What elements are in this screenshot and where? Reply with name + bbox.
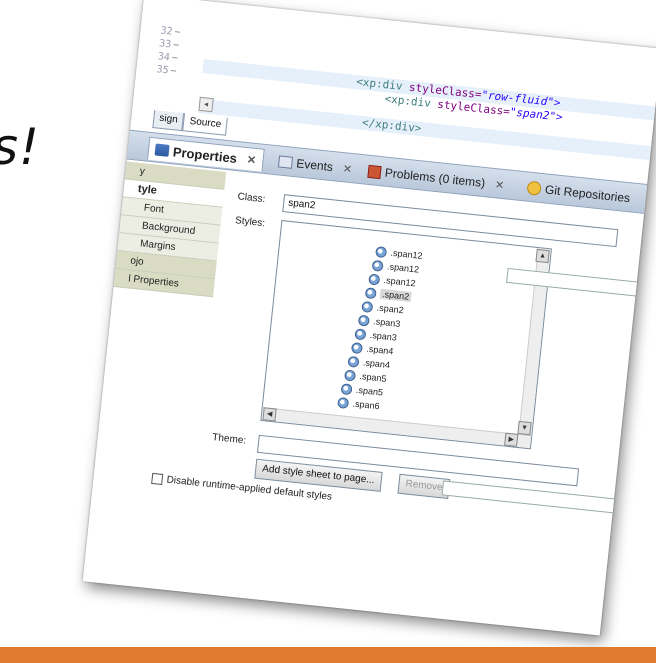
- list-item-label: .span12: [390, 247, 424, 261]
- tab-events[interactable]: Events ✕: [271, 150, 359, 181]
- list-item-label: .span5: [355, 384, 384, 398]
- theme-extra-field[interactable]: [441, 480, 620, 514]
- slide-text: s!: [0, 118, 41, 176]
- arrow-left-icon[interactable]: ◂: [198, 96, 214, 113]
- arrow-left-icon[interactable]: ◀: [262, 407, 277, 422]
- list-item-label: .span12: [386, 261, 420, 275]
- chevron-left-icon: ‹: [622, 499, 628, 511]
- css-class-icon: [354, 327, 367, 340]
- css-class-icon: [337, 396, 350, 409]
- properties-nav: y tyle Font Background Margins ojo l Pro…: [112, 161, 227, 312]
- css-class-icon: [340, 382, 353, 395]
- css-class-icon: [350, 341, 364, 354]
- tab-label: Problems (0 items): [384, 165, 486, 191]
- checkbox-box[interactable]: [151, 472, 164, 485]
- arrow-down-icon[interactable]: ▼: [517, 420, 532, 436]
- css-class-icon: [371, 259, 384, 272]
- styles-label: Styles:: [234, 215, 266, 230]
- git-icon: [526, 180, 542, 196]
- events-icon: [277, 155, 294, 169]
- close-icon[interactable]: ✕: [342, 162, 353, 176]
- close-icon[interactable]: ✕: [494, 178, 505, 192]
- arrow-right-icon[interactable]: ▶: [504, 432, 519, 447]
- style-form: Class: span2 Styles: .span12 .span12 .sp…: [151, 175, 656, 636]
- css-class-icon: [361, 300, 374, 313]
- tab-label: Properties: [172, 143, 238, 166]
- css-class-icon: [357, 314, 370, 327]
- line-number-gutter: 32 33 34 35: [154, 24, 209, 99]
- list-item-label: .span2: [379, 288, 412, 302]
- accent-bar: [0, 647, 656, 663]
- css-class-icon: [344, 368, 357, 382]
- class-label: Class:: [237, 191, 266, 206]
- tab-git-repositories[interactable]: Git Repositories: [520, 176, 637, 210]
- list-item-label: .span5: [359, 371, 387, 384]
- list-item-label: .span6: [352, 398, 381, 412]
- css-class-icon: [347, 355, 360, 368]
- list-item-label: .span4: [365, 343, 394, 357]
- list-item-label: .span2: [376, 302, 405, 316]
- theme-label: Theme:: [211, 432, 247, 447]
- close-icon[interactable]: ✕: [246, 153, 257, 167]
- css-class-icon: [364, 286, 377, 299]
- styles-list[interactable]: .span12 .span12 .span12 .span2 .span2 .s…: [260, 220, 552, 450]
- list-item-label: .span12: [383, 275, 417, 289]
- tab-label: Git Repositories: [544, 182, 631, 206]
- eclipse-window: 32 33 34 35 <xp:div styleClass="row-flui…: [82, 0, 656, 636]
- css-class-icon: [368, 272, 381, 286]
- tab-label: Events: [295, 156, 334, 175]
- arrow-up-icon[interactable]: ▲: [535, 248, 550, 264]
- screenshot-card: 32 33 34 35 <xp:div styleClass="row-flui…: [82, 0, 656, 636]
- list-item-label: .span3: [369, 329, 398, 343]
- list-item[interactable]: .span6: [337, 396, 380, 412]
- list-item-label: .span4: [362, 357, 391, 371]
- problems-icon: [367, 164, 382, 179]
- tab-design[interactable]: sign: [152, 110, 185, 132]
- list-item-label: .span3: [372, 316, 401, 329]
- properties-icon: [154, 143, 170, 157]
- code-tag: <xp:div: [355, 75, 410, 94]
- tab-source[interactable]: Source: [182, 113, 228, 136]
- css-class-icon: [375, 245, 388, 258]
